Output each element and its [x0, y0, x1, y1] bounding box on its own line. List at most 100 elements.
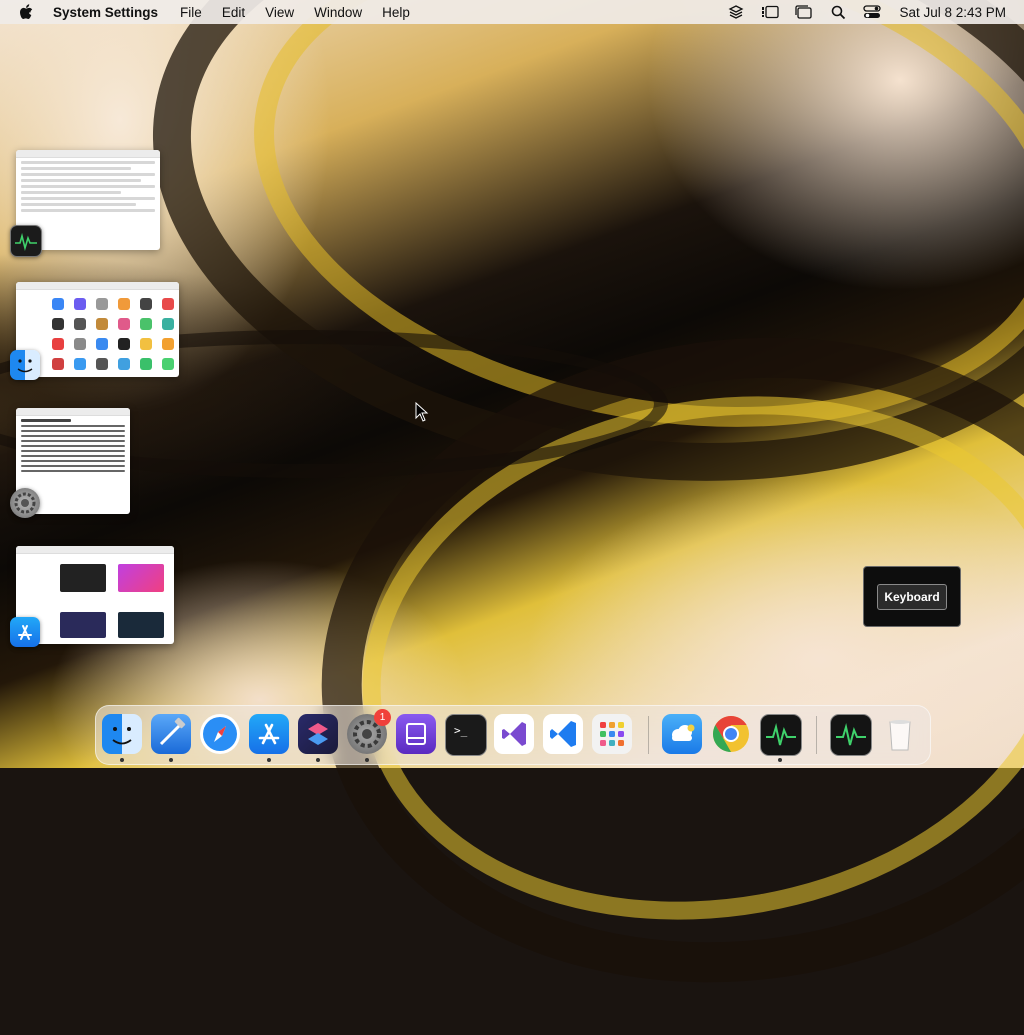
grid-app-icon: [96, 338, 108, 350]
table-row: [21, 185, 155, 188]
table-row: [21, 209, 155, 212]
text-line: [21, 425, 125, 427]
text-line: [21, 430, 125, 432]
grid-app-icon: [74, 318, 86, 330]
table-row: [21, 167, 131, 170]
featured-tile: [60, 612, 106, 638]
icloud-dock-icon[interactable]: [662, 714, 702, 754]
stack-icon[interactable]: [727, 4, 745, 20]
desktop-wallpaper: [0, 0, 1024, 1035]
file-menu[interactable]: File: [180, 5, 202, 20]
finder-dock-icon[interactable]: [102, 714, 142, 754]
window-titlebar: [16, 546, 174, 554]
xcode-dock-icon[interactable]: [151, 714, 191, 754]
grid-app-icon: [162, 358, 174, 370]
launchpad-dock-icon[interactable]: [592, 714, 632, 754]
grid-app-icon: [96, 318, 108, 330]
table-row: [21, 203, 136, 206]
dock: >_: [95, 705, 931, 765]
activity-monitor-recent-dock-icon[interactable]: [830, 714, 872, 756]
help-menu[interactable]: Help: [382, 5, 410, 20]
running-indicator: [365, 758, 369, 762]
activity-monitor-icon: [10, 225, 42, 257]
edit-menu[interactable]: Edit: [222, 5, 245, 20]
menu-bar: System Settings File Edit View Window He…: [0, 0, 1024, 24]
app-store-dock-icon[interactable]: [249, 714, 289, 754]
running-indicator: [778, 758, 782, 762]
text-line: [21, 470, 125, 472]
chrome-dock-icon[interactable]: [711, 714, 751, 754]
apple-configurator-dock-icon[interactable]: [396, 714, 436, 754]
text-line: [21, 445, 125, 447]
text-line: [21, 465, 125, 467]
grid-app-icon: [96, 358, 108, 370]
window-menu[interactable]: Window: [314, 5, 362, 20]
status-area: Sat Jul 8 2:43 PM: [719, 0, 1024, 24]
safari-dock-icon[interactable]: [200, 714, 240, 754]
featured-tile: [118, 564, 164, 592]
control-center-icon[interactable]: [863, 4, 882, 20]
grid-app-icon: [140, 338, 152, 350]
text-line: [21, 419, 71, 422]
grid-app-icon: [52, 298, 64, 310]
text-line: [21, 435, 125, 437]
trash-dock-icon[interactable]: [880, 714, 920, 754]
activity-monitor-dock-icon[interactable]: [760, 714, 802, 756]
shortcuts-dock-icon[interactable]: [298, 714, 338, 754]
text-line: [21, 460, 125, 462]
grid-app-icon: [118, 338, 130, 350]
table-row: [21, 161, 155, 164]
grid-app-icon: [140, 298, 152, 310]
dock-separator: [816, 716, 817, 754]
table-row: [21, 191, 121, 194]
menu-bar-clock[interactable]: Sat Jul 8 2:43 PM: [899, 5, 1006, 20]
finder-icon: [10, 350, 40, 380]
table-row: [21, 197, 155, 200]
app-name-menu[interactable]: System Settings: [53, 5, 158, 20]
keyboard-hud-label: Keyboard: [877, 583, 947, 610]
window-titlebar: [16, 408, 130, 416]
running-indicator: [120, 758, 124, 762]
stage-manager-icon[interactable]: [761, 4, 780, 20]
grid-app-icon: [140, 318, 152, 330]
window-titlebar: [16, 282, 179, 290]
terminal-dock-icon[interactable]: >_: [445, 714, 487, 756]
grid-app-icon: [118, 298, 130, 310]
table-row: [21, 179, 141, 182]
grid-app-icon: [162, 338, 174, 350]
grid-app-icon: [162, 298, 174, 310]
view-menu[interactable]: View: [265, 5, 294, 20]
grid-app-icon: [52, 358, 64, 370]
grid-app-icon: [140, 358, 152, 370]
grid-app-icon: [74, 298, 86, 310]
notification-badge: 1: [374, 709, 391, 726]
running-indicator: [169, 758, 173, 762]
grid-app-icon: [118, 358, 130, 370]
apple-menu-icon[interactable]: [19, 4, 33, 20]
text-line: [21, 455, 125, 457]
finder-window[interactable]: [16, 282, 179, 377]
featured-tile: [118, 612, 164, 638]
app-grid: [16, 290, 179, 370]
spotlight-icon[interactable]: [829, 4, 847, 20]
text-line: [21, 450, 125, 452]
text-line: [21, 440, 125, 442]
table-row: [21, 173, 155, 176]
running-indicator: [267, 758, 271, 762]
grid-app-icon: [52, 338, 64, 350]
grid-app-icon: [162, 318, 174, 330]
mouse-pointer-icon: [415, 402, 429, 422]
keyboard-hud: Keyboard: [863, 566, 961, 627]
svg-text:>_: >_: [454, 724, 468, 737]
running-indicator: [316, 758, 320, 762]
system-settings-icon: [10, 488, 40, 518]
visual-studio-dock-icon[interactable]: [494, 714, 534, 754]
dock-separator: [648, 716, 649, 754]
grid-app-icon: [52, 318, 64, 330]
window-icon[interactable]: [795, 4, 813, 20]
featured-tile: [60, 564, 106, 592]
vscode-dock-icon[interactable]: [543, 714, 583, 754]
grid-app-icon: [118, 318, 130, 330]
app-store-icon: [10, 617, 40, 647]
grid-app-icon: [74, 338, 86, 350]
